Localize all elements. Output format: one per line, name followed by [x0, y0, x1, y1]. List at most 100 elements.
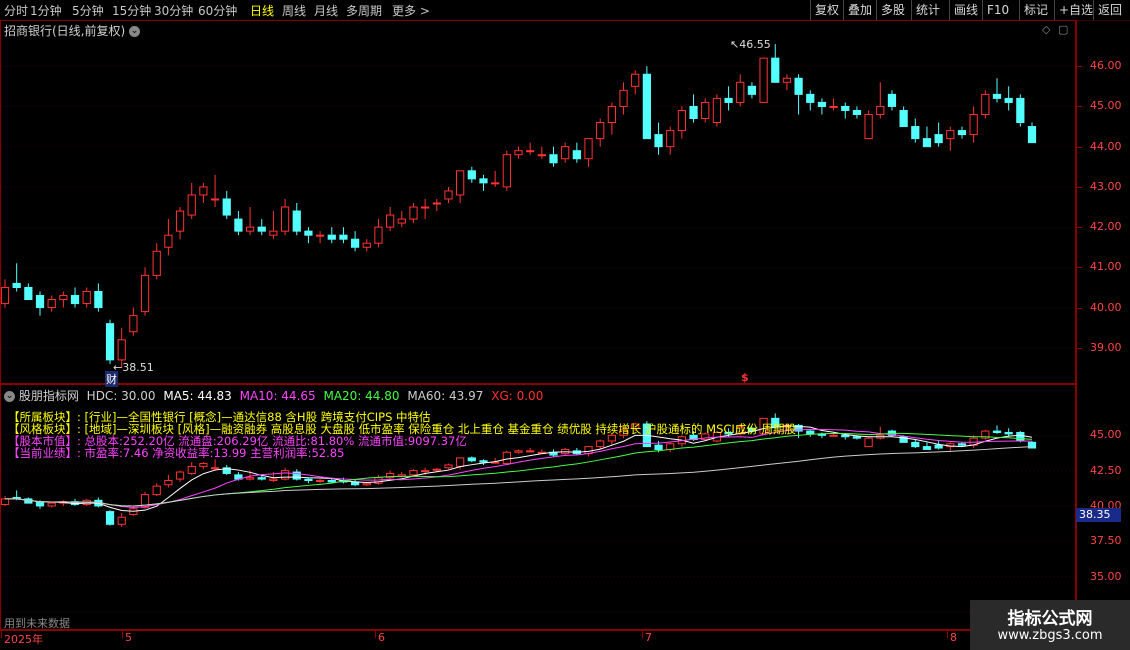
- main-candle: [631, 73, 640, 87]
- main-candle: [514, 150, 523, 156]
- main-candle: [946, 130, 955, 140]
- indicator-candle: [199, 463, 208, 467]
- main-candle: [129, 315, 138, 333]
- indicator-candle: [922, 446, 932, 450]
- main-candle: [561, 146, 570, 160]
- main-candle: [689, 105, 698, 120]
- axis-tick-mark: [1077, 66, 1082, 68]
- indicator-candle: [257, 477, 266, 480]
- indicator-header: ⌄ 股朋指标网 HDC: 30.00 MA5: 44.83 MA10: 44.6…: [4, 387, 543, 404]
- main-candle: [864, 113, 873, 140]
- date-label: 5: [125, 631, 132, 644]
- ma20-value: MA20: 44.80: [323, 389, 400, 403]
- main-candle: [245, 226, 255, 232]
- indicator-candle: [841, 434, 850, 438]
- indicator-candle: [409, 470, 418, 476]
- main-axis-tick: 46.00: [1090, 59, 1122, 73]
- low-price-label: ←38.51: [113, 361, 154, 374]
- main-candle: [280, 206, 290, 232]
- main-candle: [432, 202, 441, 205]
- site-watermark: 指标公式网 www.zbgs3.com: [970, 600, 1130, 650]
- indicator-candle: [35, 501, 45, 507]
- indicator-axis-tick: 45.00: [1090, 428, 1122, 442]
- main-candle: [782, 77, 792, 83]
- main-candle: [397, 218, 406, 224]
- axis-tick-mark: [1077, 227, 1082, 229]
- indicator-candle: [175, 471, 185, 480]
- main-candle: [140, 274, 150, 313]
- indicator-candle: [327, 480, 336, 483]
- main-candle: [82, 290, 91, 305]
- date-axis-line: [0, 630, 1076, 631]
- main-candle: [292, 210, 301, 232]
- main-candle: [922, 138, 932, 148]
- date-tick: [947, 630, 948, 638]
- indicator-candle: [829, 434, 838, 437]
- main-candle: [607, 105, 616, 124]
- indicator-candle: [47, 502, 56, 507]
- indicator-candle: [421, 470, 430, 473]
- date-label: 2025年: [4, 633, 43, 646]
- date-label: 7: [645, 631, 652, 644]
- date-tick: [1, 630, 2, 638]
- main-candle: [934, 134, 943, 144]
- main-candle: [175, 210, 185, 232]
- axis-tick-mark: [1077, 186, 1082, 188]
- high-price-label: ↖46.55: [730, 38, 771, 51]
- finance-marker[interactable]: 财: [105, 371, 118, 387]
- main-candle: [374, 226, 383, 244]
- indicator-candle: [280, 470, 290, 480]
- main-candle: [736, 81, 745, 103]
- indicator-candle: [187, 465, 196, 474]
- indicator-axis-tick: 35.00: [1090, 569, 1122, 583]
- main-candle: [0, 286, 10, 305]
- indicator-candle: [444, 464, 453, 469]
- dollar-marker[interactable]: $: [741, 371, 749, 384]
- main-candle: [572, 150, 581, 160]
- main-candle: [502, 154, 511, 188]
- chevron-down-icon[interactable]: ⌄: [4, 391, 15, 402]
- indicator-name[interactable]: 股朋指标网: [19, 389, 79, 403]
- main-candle: [456, 170, 465, 196]
- main-candle: [47, 299, 56, 309]
- main-candle: [887, 93, 897, 107]
- info-label: 【当前业绩】:: [8, 446, 81, 460]
- indicator-candle: [957, 443, 967, 446]
- main-candle: [467, 170, 476, 180]
- main-candle: [304, 230, 313, 236]
- main-candle: [315, 234, 325, 237]
- main-candle: [759, 57, 768, 103]
- main-candle: [327, 234, 336, 240]
- main-axis-tick: 44.00: [1090, 139, 1122, 153]
- main-candle: [654, 134, 663, 148]
- main-candle: [444, 190, 453, 200]
- main-candle: [829, 105, 838, 108]
- main-candle: [596, 122, 605, 140]
- indicator-candle: [806, 430, 815, 435]
- main-axis-tick: 39.00: [1090, 340, 1122, 354]
- indicator-candle: [852, 436, 862, 439]
- current-price-tag: 38.35: [1076, 508, 1121, 522]
- indicator-candle: [934, 444, 943, 449]
- main-candle: [876, 105, 885, 115]
- indicator-candle: [1016, 431, 1025, 442]
- indicator-candle: [596, 440, 605, 448]
- indicator-candle: [164, 480, 173, 486]
- main-candle: [1016, 97, 1025, 124]
- main-candle: [677, 109, 687, 132]
- main-candle: [210, 198, 220, 201]
- date-label: 6: [378, 631, 385, 644]
- main-axis-tick: 41.00: [1090, 260, 1122, 274]
- main-candle: [981, 93, 990, 115]
- indicator-candle: [304, 478, 313, 482]
- main-candle: [269, 230, 278, 236]
- main-candle: [234, 218, 243, 232]
- axis-tick-mark: [1077, 347, 1082, 349]
- main-candle: [339, 234, 348, 240]
- main-candle: [491, 182, 500, 185]
- main-candle: [152, 250, 161, 276]
- indicator-candle: [432, 468, 441, 471]
- indicator-axis-tick: 37.50: [1090, 534, 1122, 548]
- main-axis-tick: 43.00: [1090, 179, 1122, 193]
- xg-value: XG: 0.00: [491, 389, 544, 403]
